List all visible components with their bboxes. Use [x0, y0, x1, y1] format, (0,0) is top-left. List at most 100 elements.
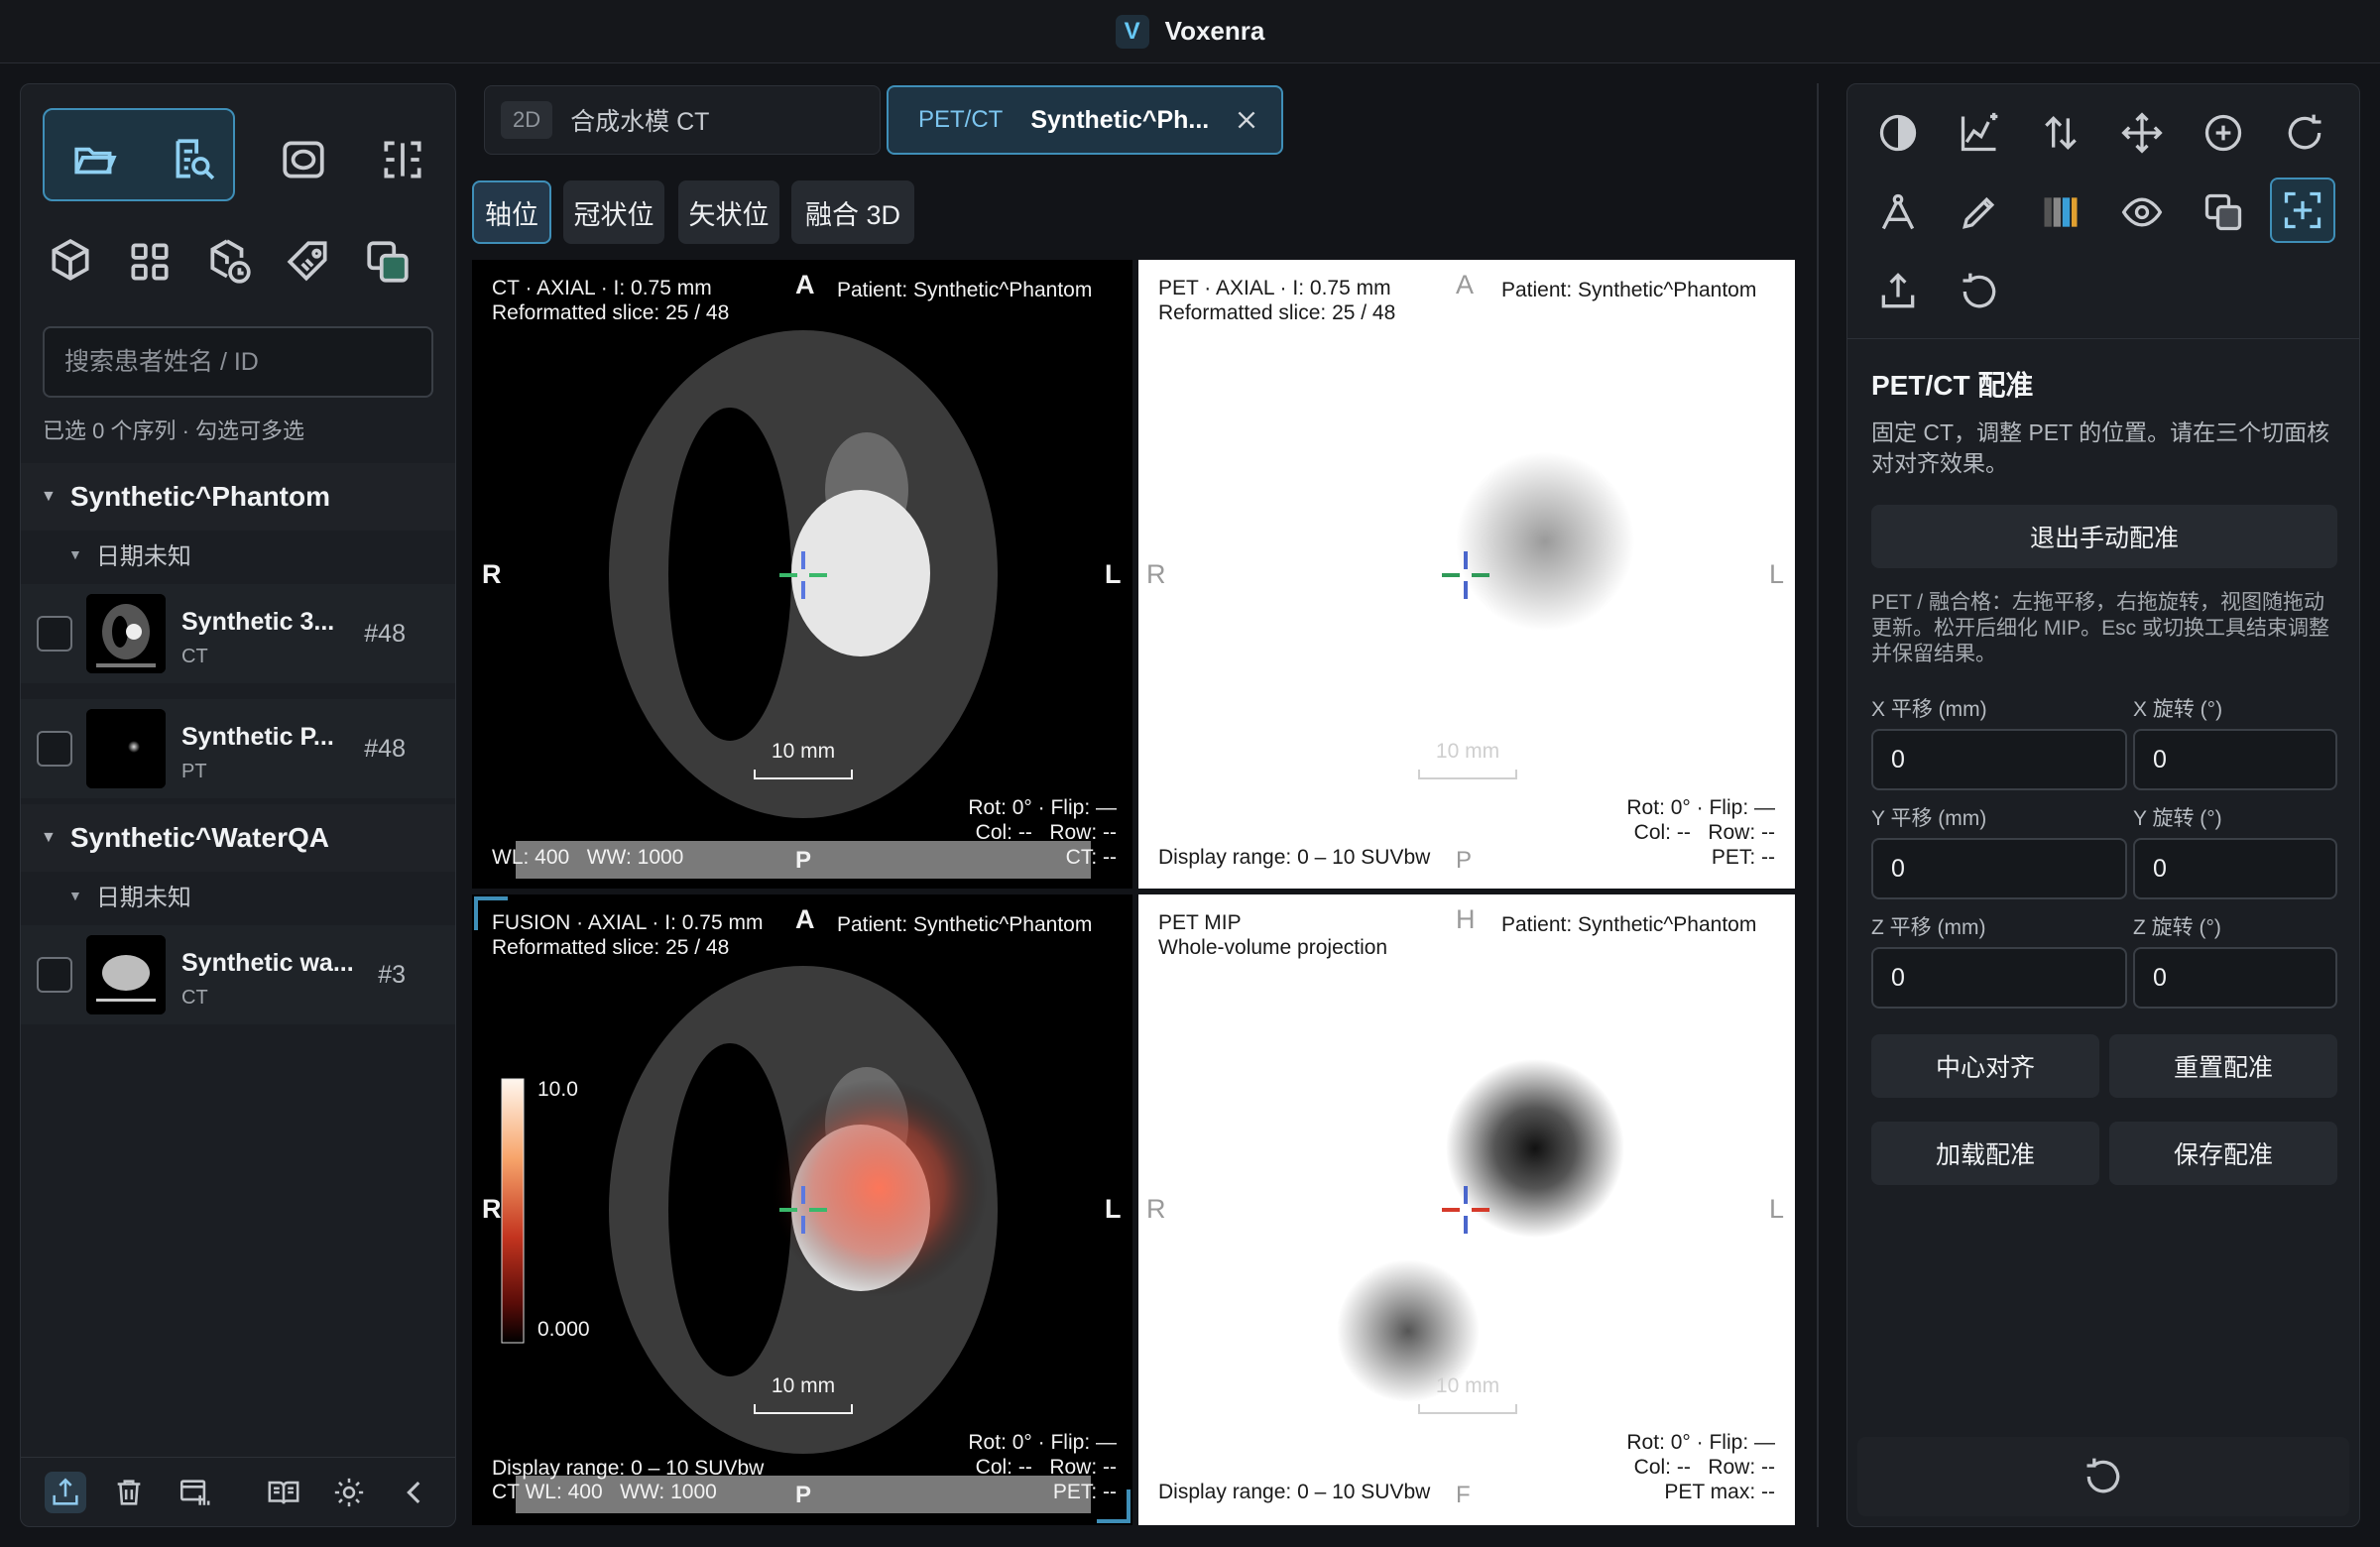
load-registration-button[interactable]: 加载配准 — [1871, 1122, 2099, 1185]
view-fusion-3d-button[interactable]: 融合 3D — [791, 180, 914, 244]
search-document-icon[interactable] — [158, 130, 227, 189]
layers-overlay-icon[interactable] — [348, 227, 427, 297]
x-translation-input[interactable] — [1871, 729, 2127, 790]
registration-icon[interactable] — [2270, 178, 2335, 243]
save-registration-button[interactable]: 保存配准 — [2109, 1122, 2337, 1185]
trash-icon[interactable] — [108, 1472, 150, 1513]
cube-icon[interactable] — [31, 227, 110, 297]
center-align-button[interactable]: 中心对齐 — [1871, 1034, 2099, 1098]
orientation-bottom: F — [1456, 1482, 1471, 1508]
series-stack-icon[interactable] — [174, 1472, 215, 1513]
colorbar-min-label: 0.000 — [537, 1318, 590, 1341]
fusion-axial-viewport[interactable]: FUSION · AXIAL · I: 0.75 mm Reformatted s… — [472, 894, 1132, 1525]
series-checkbox[interactable] — [37, 616, 72, 652]
registration-panel: PET/CT 配准 固定 CT，调整 PET 的位置。请在三个切面核对对齐效果。… — [1846, 83, 2360, 1527]
rotate-icon[interactable] — [2272, 100, 2337, 166]
study-date-row[interactable]: ▼ 日期未知 — [68, 536, 191, 571]
study-date: 日期未知 — [95, 885, 191, 911]
y-rotation-input[interactable] — [2133, 838, 2337, 899]
grid-layout-icon[interactable] — [110, 227, 189, 297]
orientation-bottom: P — [1456, 847, 1473, 874]
pet-axial-viewport[interactable]: PET · AXIAL · I: 0.75 mm Reformatted slic… — [1138, 260, 1795, 889]
sidebar-bottom-toolbar — [21, 1457, 455, 1526]
series-modality: PT — [181, 761, 207, 782]
registration-help-text: PET / 融合格：左拖平移，右拖旋转，视图随拖动更新。松开后细化 MIP。Es… — [1871, 591, 2330, 665]
patient-group-header[interactable]: ▼ Synthetic^WaterQA — [21, 804, 455, 872]
orientation-left: R — [1146, 559, 1166, 589]
crosshair[interactable] — [1438, 1182, 1493, 1238]
orientation-top: H — [1456, 904, 1476, 934]
reset-registration-button[interactable]: 重置配准 — [2109, 1034, 2337, 1098]
series-browser-panel: 已选 0 个序列 · 勾选可多选 ▼ Synthetic^Phantom ▼ 日… — [20, 83, 456, 1527]
expand-triangle-icon: ▼ — [68, 545, 82, 562]
display-range: Display range: 0 – 10 SUVbw — [1158, 846, 1431, 869]
patient-search-input[interactable] — [43, 326, 433, 398]
cube-clock-icon[interactable] — [189, 227, 269, 297]
series-item[interactable]: Synthetic 3... CT #48 — [21, 584, 455, 683]
book-icon[interactable] — [263, 1472, 304, 1513]
expand-triangle-icon: ▼ — [41, 488, 57, 505]
orientation-right: L — [1105, 559, 1122, 589]
contrast-icon[interactable] — [1865, 100, 1931, 166]
orientation-bottom: P — [795, 1482, 812, 1508]
folder-open-icon[interactable] — [60, 130, 130, 189]
view-sagittal-button[interactable]: 矢状位 — [678, 180, 779, 244]
overlay-info: CT · AXIAL · I: 0.75 mm Reformatted slice… — [492, 277, 730, 324]
swap-vertical-icon[interactable] — [2028, 100, 2093, 166]
exit-manual-registration-button[interactable]: 退出手动配准 — [1871, 505, 2337, 568]
expand-triangle-icon: ▼ — [41, 829, 57, 846]
close-icon[interactable] — [1234, 107, 1259, 133]
study-date: 日期未知 — [95, 543, 191, 570]
zoom-in-icon[interactable] — [2191, 100, 2256, 166]
color-map-icon[interactable] — [2028, 179, 2093, 245]
view-axial-button[interactable]: 轴位 — [472, 180, 551, 244]
export-icon[interactable] — [45, 1472, 86, 1513]
series-checkbox[interactable] — [37, 957, 72, 993]
crosshair[interactable] — [1438, 547, 1493, 603]
pencil-icon[interactable] — [1947, 179, 2012, 245]
orientation-left: R — [482, 1194, 502, 1224]
study-date-row[interactable]: ▼ 日期未知 — [68, 878, 191, 912]
overlay-info: PET MIP Whole-volume projection — [1158, 911, 1388, 959]
y-translation-input[interactable] — [1871, 838, 2127, 899]
x-rotation-input[interactable] — [2133, 729, 2337, 790]
series-modality: CT — [181, 646, 208, 667]
app-title: Voxenra — [1164, 16, 1265, 46]
panel-reset-button[interactable] — [1857, 1437, 2349, 1516]
chevron-left-icon[interactable] — [394, 1472, 435, 1513]
overlay-icon[interactable] — [2191, 179, 2256, 245]
histogram-icon[interactable] — [1947, 100, 2012, 166]
z-translation-input[interactable] — [1871, 947, 2127, 1009]
tag-icon[interactable] — [269, 227, 348, 297]
pet-mip-viewport[interactable]: PET MIP Whole-volume projection H Patient… — [1138, 894, 1795, 1525]
series-checkbox[interactable] — [37, 731, 72, 767]
crosshair[interactable] — [775, 547, 831, 603]
orientation-right: L — [1769, 559, 1785, 589]
tab-pet-ct[interactable]: PET/CT Synthetic^Ph... — [887, 85, 1283, 155]
crosshair[interactable] — [775, 1182, 831, 1238]
eye-icon[interactable] — [2109, 179, 2175, 245]
active-viewport-corner — [1097, 1489, 1130, 1523]
view-coronal-button[interactable]: 冠状位 — [563, 180, 664, 244]
panel-divider — [1817, 83, 1819, 1527]
crop-frame-icon[interactable] — [368, 130, 437, 189]
tab-title: 合成水模 CT — [570, 108, 710, 136]
reset-icon[interactable] — [1947, 259, 2012, 324]
ellipse-roi-icon[interactable] — [269, 130, 338, 189]
patient-name: Synthetic^WaterQA — [69, 822, 329, 853]
ct-axial-viewport[interactable]: CT · AXIAL · I: 0.75 mm Reformatted slice… — [472, 260, 1132, 889]
angle-measure-icon[interactable] — [1865, 179, 1931, 245]
scale-bar: 10 mm — [1388, 1374, 1547, 1414]
series-item[interactable]: Synthetic P... PT #48 — [21, 699, 455, 798]
tab-2d-ct[interactable]: 2D 合成水模 CT — [484, 85, 881, 155]
gear-icon[interactable] — [328, 1472, 370, 1513]
orientation-top: A — [795, 270, 815, 299]
window-level-label: WL: 400 WW: 1000 — [492, 846, 684, 869]
overlay-rotation: Rot: 0° · Flip: — Col: -- Row: -- CT: -- — [968, 796, 1117, 869]
z-rotation-input[interactable] — [2133, 947, 2337, 1009]
series-item[interactable]: Synthetic wa... CT #3 — [21, 925, 455, 1024]
move-icon[interactable] — [2109, 100, 2175, 166]
orientation-bottom: P — [795, 847, 812, 874]
upload-icon[interactable] — [1865, 259, 1931, 324]
patient-group-header[interactable]: ▼ Synthetic^Phantom — [21, 463, 455, 531]
